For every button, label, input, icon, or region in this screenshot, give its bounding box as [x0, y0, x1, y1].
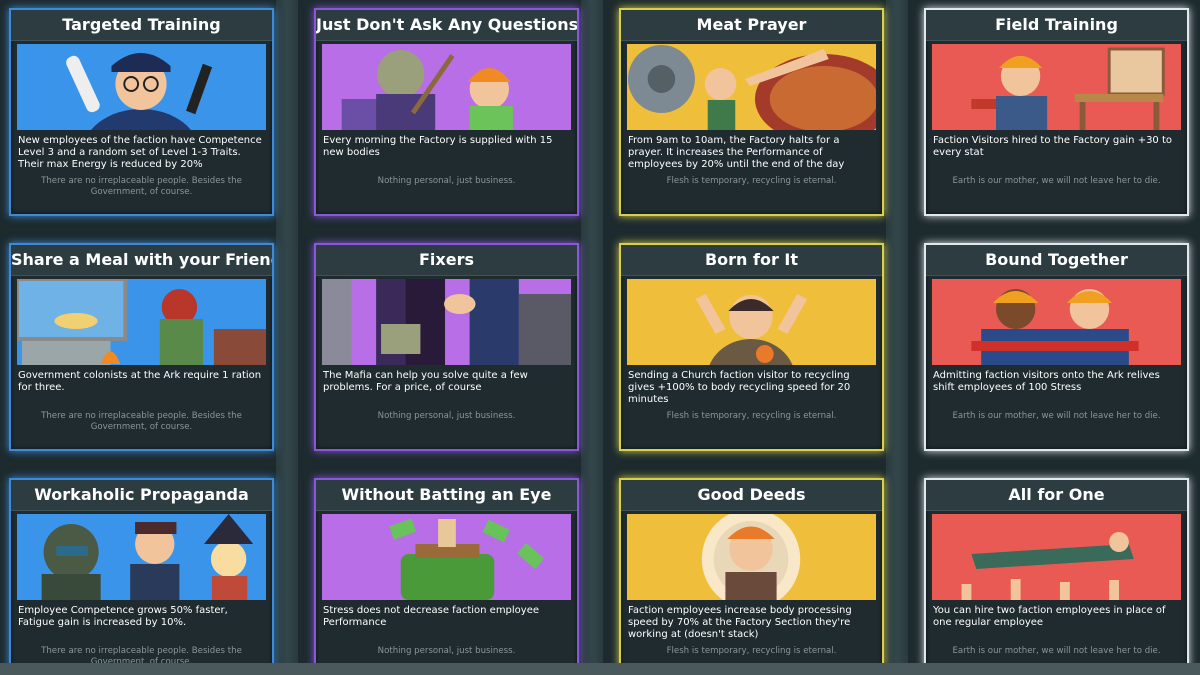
card-description: Stress does not decrease faction employe… — [323, 605, 540, 628]
perk-grid: Targeted Training New employees of the f… — [9, 8, 1189, 668]
card-description: Employee Competence grows 50% faster, Fa… — [18, 605, 228, 628]
card-description: Every morning the Factory is supplied wi… — [323, 135, 553, 158]
card-flavor-text: Nothing personal, just business. — [377, 646, 516, 656]
card-title: Fixers — [316, 245, 577, 276]
money-bundle-art — [322, 514, 571, 600]
worker-at-workbench-art — [932, 44, 1181, 130]
perk-card-targeted-training[interactable]: Targeted Training New employees of the f… — [9, 8, 274, 216]
kid-with-plate-art — [627, 514, 876, 600]
card-description: Faction employees increase body processi… — [628, 605, 852, 640]
card-title: Share a Meal with your Friend — [11, 245, 272, 276]
card-flavor-text: Earth is our mother, we will not leave h… — [952, 646, 1161, 656]
card-title: Bound Together — [926, 245, 1187, 276]
perk-card-share-a-meal[interactable]: Share a Meal with your Friend Government… — [9, 243, 274, 451]
card-description: Sending a Church faction visitor to recy… — [628, 370, 851, 405]
worker-with-mop-art — [322, 44, 571, 130]
soldier-group-art — [17, 514, 266, 600]
perk-card-fixers[interactable]: Fixers The Mafia can help you solve quit… — [314, 243, 579, 451]
card-flavor-text: Earth is our mother, we will not leave h… — [952, 411, 1161, 421]
card-flavor-text: There are no irreplaceable people. Besid… — [41, 411, 242, 432]
perk-card-bound-together[interactable]: Bound Together Admitting faction visitor… — [924, 243, 1189, 451]
card-flavor-text: Flesh is temporary, recycling is eternal… — [666, 176, 837, 186]
card-description: Government colonists at the Ark require … — [18, 370, 262, 393]
perk-card-meat-prayer[interactable]: Meat Prayer From 9am to 10am, the Factor… — [619, 8, 884, 216]
card-title: Field Training — [926, 10, 1187, 41]
perk-card-good-deeds[interactable]: Good Deeds Faction employees increase bo… — [619, 478, 884, 668]
cheering-kid-art — [627, 279, 876, 365]
perk-card-just-dont-ask[interactable]: Just Don't Ask Any Questions Every morni… — [314, 8, 579, 216]
card-flavor-text: There are no irreplaceable people. Besid… — [41, 176, 242, 197]
card-description: Faction Visitors hired to the Factory ga… — [933, 135, 1173, 158]
card-description: You can hire two faction employees in pl… — [933, 605, 1166, 628]
card-flavor-text: Nothing personal, just business. — [377, 176, 516, 186]
card-flavor-text: Flesh is temporary, recycling is eternal… — [666, 646, 837, 656]
card-title: Good Deeds — [621, 480, 882, 511]
card-title: Workaholic Propaganda — [11, 480, 272, 511]
meat-grinder-art — [627, 44, 876, 130]
perk-card-field-training[interactable]: Field Training Faction Visitors hired to… — [924, 8, 1189, 216]
perk-card-without-batting-an-eye[interactable]: Without Batting an Eye Stress does not d… — [314, 478, 579, 668]
card-flavor-text: Earth is our mother, we will not leave h… — [952, 176, 1161, 186]
card-title: Just Don't Ask Any Questions — [316, 10, 577, 41]
perk-card-born-for-it[interactable]: Born for It Sending a Church faction vis… — [619, 243, 884, 451]
mafia-handshake-art — [322, 279, 571, 365]
card-description: Admitting faction visitors onto the Ark … — [933, 370, 1160, 393]
card-title: Born for It — [621, 245, 882, 276]
perk-card-all-for-one[interactable]: All for One You can hire two faction emp… — [924, 478, 1189, 668]
card-title: Targeted Training — [11, 10, 272, 41]
card-description: The Mafia can help you solve quite a few… — [323, 370, 528, 393]
card-description: New employees of the faction have Compet… — [18, 135, 262, 170]
card-description: From 9am to 10am, the Factory halts for … — [628, 135, 845, 170]
crowd-surfing-art — [932, 514, 1181, 600]
bottom-frame — [0, 663, 1200, 675]
card-title: All for One — [926, 480, 1187, 511]
two-workers-art — [932, 279, 1181, 365]
rat-and-pancakes-art — [17, 279, 266, 365]
perk-card-workaholic-propaganda[interactable]: Workaholic Propaganda Employee Competenc… — [9, 478, 274, 668]
card-title: Meat Prayer — [621, 10, 882, 41]
card-flavor-text: Flesh is temporary, recycling is eternal… — [666, 411, 837, 421]
police-officer-art — [17, 44, 266, 130]
card-title: Without Batting an Eye — [316, 480, 577, 511]
card-flavor-text: Nothing personal, just business. — [377, 411, 516, 421]
